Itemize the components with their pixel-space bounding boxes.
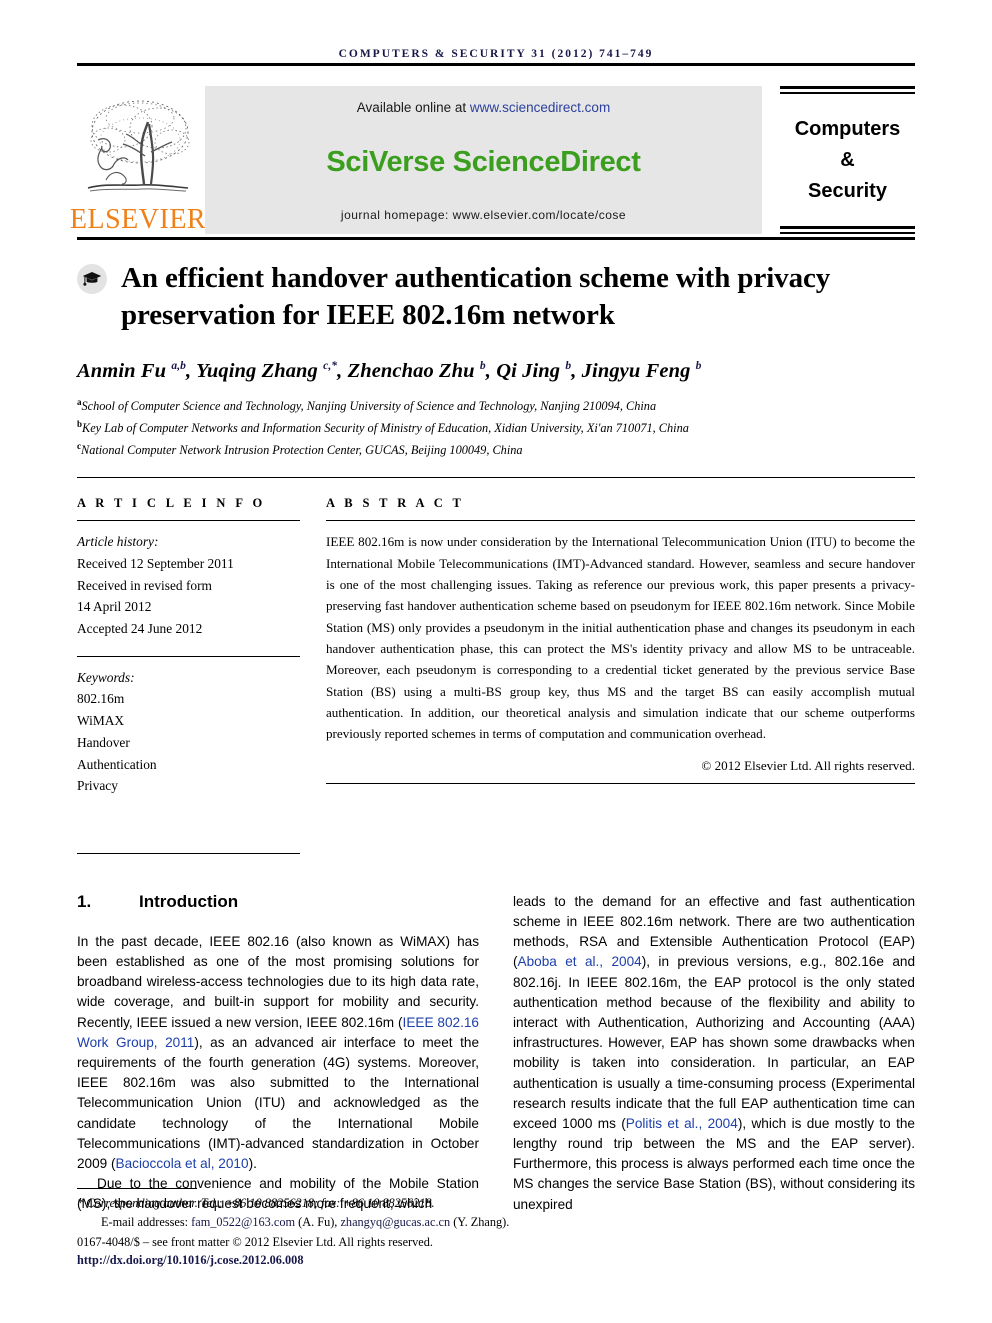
- keyword-item: WiMAX: [77, 713, 125, 729]
- email-link-2[interactable]: zhangyq@gucas.ac.cn: [340, 1215, 450, 1229]
- masthead-bottom-rule: [77, 237, 915, 240]
- abstract-heading: A B S T R A C T: [326, 496, 465, 511]
- keywords-label: Keywords:: [77, 669, 135, 685]
- keywords-block: Keywords: 802.16m WiMAX Handover Authent…: [77, 667, 300, 797]
- body-column-left: 1. Introduction In the past decade, IEEE…: [77, 892, 479, 1215]
- journal-title-line-1: Computers: [794, 117, 901, 140]
- citation-link[interactable]: IEEE 802.16 Work Group, 2011: [77, 1015, 479, 1050]
- body-paragraph: leads to the demand for an effective and…: [513, 893, 916, 1212]
- email-addresses-note: E-mail addresses: fam_0522@163.com (A. F…: [77, 1213, 597, 1232]
- page-title: An efficient handover authentication sch…: [121, 262, 831, 332]
- sciencedirect-url[interactable]: www.sciencedirect.com: [470, 100, 610, 115]
- section-number: 1.: [77, 891, 92, 911]
- body-column-right: leads to the demand for an effective and…: [513, 892, 915, 1215]
- corresponding-author-note: * Corresponding author. Tel.: +86 10 882…: [77, 1196, 435, 1211]
- body-paragraph: In the past decade, IEEE 802.16 (also kn…: [77, 933, 480, 1171]
- journal-title-line-2: &: [840, 148, 855, 171]
- article-history: Article history: Received 12 September 2…: [77, 531, 300, 640]
- article-info-heading: A R T I C L E I N F O: [77, 496, 266, 511]
- citation-link[interactable]: Bacioccola et al, 2010: [116, 1156, 249, 1171]
- keywords-bottom-rule: [77, 852, 300, 854]
- abstract-column: A B S T R A C T IEEE 802.16m is now unde…: [326, 496, 915, 854]
- article-history-item: Received 12 September 2011: [77, 555, 234, 571]
- info-abstract-row: A R T I C L E I N F O Article history: R…: [77, 496, 915, 854]
- title-block-bottom-rule: [77, 477, 915, 479]
- citation-link[interactable]: Politis et al., 2004: [626, 1116, 738, 1131]
- email-link-1[interactable]: fam_0522@163.com: [191, 1215, 295, 1229]
- keyword-item: 802.16m: [77, 691, 125, 707]
- journal-title-line-3: Security: [808, 179, 887, 202]
- journal-title-box: Computers & Security: [780, 86, 915, 234]
- abstract-text: IEEE 802.16m is now under consideration …: [326, 534, 915, 742]
- issn-copyright-line: 0167-4048/$ – see front matter © 2012 El…: [77, 1234, 433, 1249]
- affiliation-text: Key Lab of Computer Networks and Informa…: [82, 421, 689, 436]
- doi-link[interactable]: http://dx.doi.org/10.1016/j.cose.2012.06…: [77, 1251, 597, 1270]
- sciencedirect-banner: Available online at www.sciencedirect.co…: [205, 86, 762, 234]
- journal-box-top-rule: [780, 86, 915, 94]
- affiliation-text: School of Computer Science and Technolog…: [81, 399, 657, 414]
- article-info-column: A R T I C L E I N F O Article history: R…: [77, 496, 326, 854]
- email-label: E-mail addresses:: [101, 1214, 192, 1229]
- available-online-line: Available online at www.sciencedirect.co…: [357, 100, 610, 115]
- keyword-item: Handover: [77, 734, 130, 750]
- affiliation-list: aSchool of Computer Science and Technolo…: [77, 395, 915, 461]
- masthead-top-rule: [77, 63, 915, 66]
- keyword-item: Privacy: [77, 778, 118, 794]
- affiliation-item: aSchool of Computer Science and Technolo…: [77, 395, 915, 417]
- citation-link[interactable]: Aboba et al., 2004: [518, 954, 642, 969]
- abstract-copyright: © 2012 Elsevier Ltd. All rights reserved…: [701, 757, 915, 773]
- footnote-rule: [77, 1188, 197, 1190]
- footnote-block: * Corresponding author. Tel.: +86 10 882…: [77, 1188, 597, 1270]
- article-history-label: Article history:: [77, 534, 159, 550]
- journal-title: Computers & Security: [795, 94, 901, 226]
- affiliation-item: cNational Computer Network Intrusion Pro…: [77, 439, 915, 461]
- email-owner-2: (Y. Zhang).: [450, 1214, 510, 1229]
- journal-homepage-line[interactable]: journal homepage: www.elsevier.com/locat…: [341, 208, 626, 222]
- elsevier-tree-icon: [82, 96, 194, 204]
- elsevier-wordmark: ELSEVIER: [69, 204, 207, 235]
- abstract-bottom-rule: [326, 782, 915, 784]
- author-list: Anmin Fu a,b, Yuqing Zhang c,*, Zhenchao…: [77, 360, 702, 383]
- keyword-item: Authentication: [77, 756, 157, 772]
- running-head: Computers & Security 31 (2012) 741–749: [338, 48, 654, 60]
- elsevier-logo: ELSEVIER: [70, 86, 206, 234]
- available-online-label: Available online at: [356, 100, 470, 115]
- graduation-cap-icon: [77, 264, 107, 294]
- journal-masthead: ELSEVIER Available online at www.science…: [70, 86, 915, 234]
- affiliation-text: National Computer Network Intrusion Prot…: [81, 443, 523, 458]
- article-history-item: 14 April 2012: [77, 599, 152, 615]
- title-area: An efficient handover authentication sch…: [77, 260, 915, 461]
- email-owner-1: (A. Fu),: [295, 1214, 341, 1229]
- paper-page: Computers & Security 31 (2012) 741–749: [0, 0, 992, 1323]
- keywords-top-rule: [77, 655, 300, 657]
- article-history-item: Received in revised form: [77, 577, 212, 593]
- affiliation-item: bKey Lab of Computer Networks and Inform…: [77, 417, 915, 439]
- section-heading-introduction: 1. Introduction: [77, 892, 479, 912]
- article-history-item: Accepted 24 June 2012: [77, 621, 203, 637]
- body-columns: 1. Introduction In the past decade, IEEE…: [77, 892, 915, 1215]
- abstract-rule: [326, 520, 915, 522]
- section-title-text: Introduction: [139, 891, 239, 911]
- journal-box-bottom-rule: [780, 226, 915, 234]
- sciverse-sciencedirect-title: SciVerse ScienceDirect: [326, 146, 641, 178]
- article-info-rule: [77, 520, 300, 522]
